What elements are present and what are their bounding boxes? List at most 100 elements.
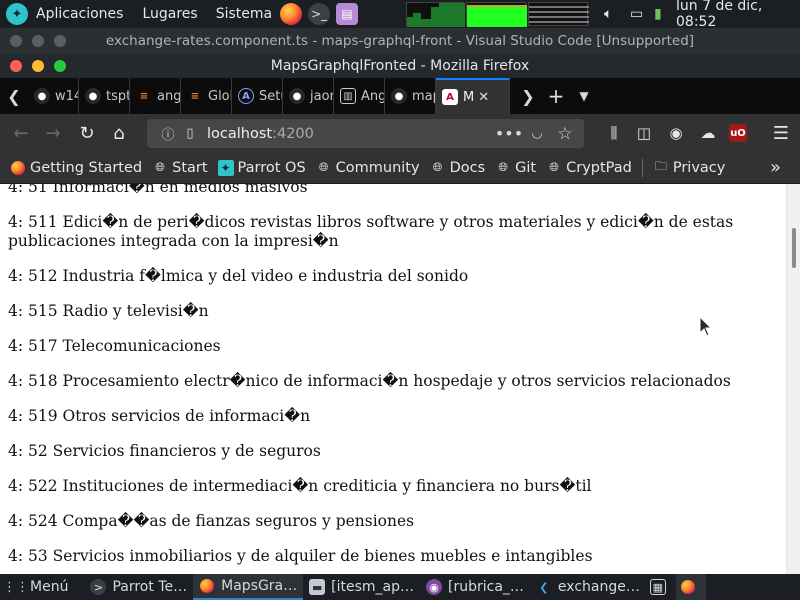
tab-angu[interactable]: ≡ angu (130, 78, 181, 114)
sidebar-icon[interactable]: ◫ (633, 122, 655, 144)
vscode-window-titlebar: exchange-rates.component.ts - maps-graph… (0, 28, 800, 54)
new-tab-icon[interactable]: + (542, 78, 570, 114)
bookmark-label: Git (515, 159, 537, 176)
bookmark-label: Community (335, 159, 420, 176)
account-icon[interactable]: ◉ (665, 122, 687, 144)
scrollbar-thumb[interactable] (792, 228, 796, 268)
bookmark-label: CryptPad (566, 159, 632, 176)
bookmark-cryptpad[interactable]: 🌐︎ CryptPad (546, 160, 632, 176)
tab-label: jaors (310, 88, 333, 104)
window-icon: ▬ (309, 579, 326, 595)
bottom-taskbar: ⋮⋮ Menú > Parrot Te… MapsGra… ▬ [itesm_a… (0, 574, 800, 600)
bookmark-label: Start (172, 159, 208, 176)
list-item: 4: 52 Servicios financieros y de seguros (8, 442, 321, 460)
system-menu[interactable]: Sistema (216, 6, 272, 22)
task-label: Parrot Te… (112, 579, 188, 595)
volume-icon[interactable]: 🔈︎ (604, 0, 612, 28)
tab-angu-docs[interactable]: ▥ Angu (334, 78, 385, 114)
tab-label: Angu (361, 88, 384, 104)
document-icon: ◉ (426, 579, 442, 595)
tab-label: M (463, 89, 475, 105)
list-item: 4: 524 Compa��as de fianzas seguros y pe… (8, 512, 415, 530)
bookmark-privacy-folder[interactable]: 🗀 Privacy (653, 159, 726, 176)
clock[interactable]: lun 7 de dic, 08:52 (676, 0, 800, 30)
tab-tspt8[interactable]: ● tspt8 (79, 78, 130, 114)
firefox-launcher-icon[interactable] (280, 3, 303, 25)
task-pinned-app[interactable]: ▦ (646, 574, 676, 600)
list-item: 4: 51 Informaci�n en medios masivos (8, 184, 308, 196)
battery-icon[interactable]: ▮ (654, 0, 662, 28)
tab-strip: ❮ ● w14- ● tspt8 ≡ angu ≡ Glob A Setu ● … (0, 78, 800, 114)
list-item: 4: 53 Servicios inmobiliarios y de alqui… (8, 547, 593, 565)
bookmark-label: Docs (449, 159, 486, 176)
bookmark-docs[interactable]: 🌐︎ Docs (430, 159, 486, 176)
reload-icon[interactable]: ↻ (72, 118, 102, 148)
forward-button-icon[interactable]: → (38, 118, 68, 148)
page-scrollbar[interactable] (786, 184, 800, 574)
home-icon[interactable]: ⌂ (104, 118, 134, 148)
hamburger-menu-icon[interactable]: ☰ (770, 122, 792, 144)
task-vscode[interactable]: ❮ exchange… (530, 574, 646, 600)
tab-glob[interactable]: ≡ Glob (181, 78, 232, 114)
task-label: MapsGra… (221, 578, 298, 594)
places-menu[interactable]: Lugares (142, 6, 197, 22)
library-icon[interactable]: ⫼ (603, 122, 625, 144)
bookmark-label: Getting Started (30, 159, 143, 176)
bookmark-git[interactable]: 🌐︎ Git (495, 160, 536, 176)
tab-jaors[interactable]: ● jaors (283, 78, 334, 114)
applications-menu[interactable]: Aplicaciones (36, 6, 123, 22)
page-info-icon[interactable]: ⓘ (157, 124, 179, 143)
task-label: exchange… (557, 579, 640, 595)
display-icon[interactable]: ▭ (630, 0, 643, 28)
list-all-tabs-icon[interactable]: ▼ (570, 78, 598, 114)
task-rubrica-document[interactable]: ◉ [rubrica_… (420, 574, 530, 600)
terminal-launcher-icon[interactable]: >_ (308, 3, 331, 25)
cpu-monitor-graph (406, 2, 465, 27)
tab-label: Glob (208, 88, 231, 104)
list-item: 4: 518 Procesamiento electr�nico de info… (8, 372, 731, 390)
bookmark-separator (641, 158, 643, 177)
more-bookmarks-icon[interactable]: » (770, 157, 781, 178)
task-itesm-window[interactable]: ▬ [itesm_ap… (303, 574, 420, 600)
parrot-icon: ✦ (217, 159, 234, 176)
navigation-toolbar: ← → ↻ ⌂ ⓘ ▯ localhost:4200 ••• ◡ ☆ ⫼ ◫ ◉… (0, 114, 800, 152)
back-button-icon[interactable]: ← (6, 118, 36, 148)
bookmark-label: Privacy (672, 159, 726, 176)
tab-w14[interactable]: ● w14- (28, 78, 79, 114)
list-item: 4: 522 Instituciones de intermediaci�n c… (8, 477, 592, 495)
system-top-panel: ✦ Aplicaciones Lugares Sistema >_ ▤ 🔈︎ ▭… (0, 0, 800, 30)
tab-label: tspt8 (106, 88, 129, 104)
scroll-tabs-left-icon[interactable]: ❮ (0, 78, 28, 114)
scroll-tabs-right-icon[interactable]: ❯ (514, 78, 542, 114)
page-actions-icon[interactable]: ••• (495, 124, 523, 143)
task-parrot-terminal[interactable]: > Parrot Te… (84, 574, 193, 600)
parrot-logo-icon[interactable]: ✦ (6, 3, 28, 25)
task-pinned-firefox[interactable] (675, 574, 706, 600)
start-menu-button[interactable]: ⋮⋮ Menú (0, 574, 74, 600)
document-launcher-icon[interactable]: ▤ (336, 3, 359, 25)
bookmark-start[interactable]: 🌐︎ Start (152, 160, 207, 176)
task-firefox-active[interactable]: MapsGra… (193, 574, 304, 600)
github-icon: ● (85, 88, 101, 104)
tab-maps[interactable]: ● maps (385, 78, 436, 114)
document-icon: ▯ (186, 126, 194, 141)
tab-setu[interactable]: A Setu (232, 78, 283, 114)
bookmark-parrot-os[interactable]: ✦ Parrot OS (217, 159, 306, 176)
task-label: [itesm_ap… (331, 579, 414, 595)
stackoverflow-icon: ≡ (190, 90, 200, 102)
firefox-icon (680, 579, 696, 595)
bookmark-getting-started[interactable]: Getting Started (10, 160, 142, 176)
bookmark-star-icon[interactable]: ☆ (554, 124, 576, 144)
url-port: :4200 (272, 125, 314, 142)
bookmark-community[interactable]: 🌐︎ Community (316, 160, 420, 176)
pocket-icon[interactable]: ◡ (526, 126, 548, 141)
extension-icon[interactable]: ☁ (697, 122, 719, 144)
ublock-icon[interactable]: uO (729, 124, 747, 142)
close-tab-icon[interactable]: ✕ (478, 90, 489, 105)
tab-label: maps (412, 88, 435, 104)
firefox-icon (10, 160, 26, 176)
tab-mapsgraphql-active[interactable]: A M ✕ (436, 78, 510, 114)
terminal-icon: > (90, 579, 107, 595)
stackoverflow-icon: ≡ (139, 90, 149, 102)
address-bar[interactable]: ⓘ ▯ localhost:4200 ••• ◡ ☆ (147, 119, 584, 148)
